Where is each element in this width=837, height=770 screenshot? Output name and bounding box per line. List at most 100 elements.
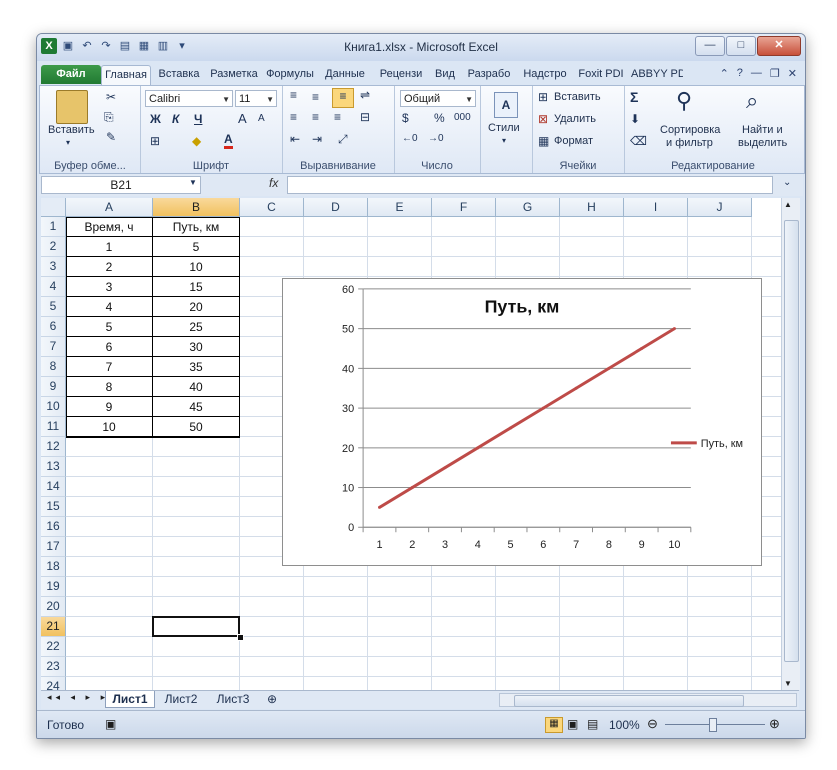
row-header-11[interactable]: 11: [41, 417, 66, 437]
paste-icon[interactable]: [56, 90, 88, 124]
tab-view[interactable]: Вид: [431, 65, 459, 84]
normal-view-icon[interactable]: ▦: [545, 717, 563, 733]
styles-dropdown-icon[interactable]: ▾: [502, 136, 506, 145]
borders-icon[interactable]: ⊞: [150, 134, 160, 148]
zoom-level[interactable]: 100%: [609, 718, 640, 732]
vertical-scrollbar[interactable]: ▲ ▼: [781, 198, 800, 690]
italic-button[interactable]: К: [172, 112, 179, 126]
sort-filter-icon[interactable]: ⚲: [676, 88, 692, 114]
font-size-combo[interactable]: 11 ▼: [235, 90, 277, 107]
tab-home[interactable]: Главная: [101, 65, 151, 85]
row-header-17[interactable]: 17: [41, 537, 66, 557]
zoom-slider-thumb[interactable]: [709, 718, 717, 732]
row-header-3[interactable]: 3: [41, 257, 66, 277]
row-header-2[interactable]: 2: [41, 237, 66, 257]
row-header-20[interactable]: 20: [41, 597, 66, 617]
paste-label[interactable]: Вставить: [48, 124, 95, 136]
number-format-combo[interactable]: Общий ▼: [400, 90, 476, 107]
column-header-B[interactable]: B: [153, 198, 240, 217]
name-box[interactable]: B21: [41, 176, 201, 194]
shrink-font-button[interactable]: A: [258, 113, 265, 124]
row-header-4[interactable]: 4: [41, 277, 66, 297]
row-header-10[interactable]: 10: [41, 397, 66, 417]
styles-label[interactable]: Стили: [488, 122, 520, 134]
sheet-tab-1[interactable]: Лист1: [105, 691, 155, 708]
line-chart[interactable]: 0 10 20 30 40 50 60 1 2 3 4 5 6 7 8 9 10 Путь, км Путь, км: [282, 278, 762, 566]
delete-cells-icon[interactable]: ⊠: [538, 112, 548, 126]
minimize-button[interactable]: —: [695, 36, 725, 56]
align-top-icon[interactable]: ≡: [290, 88, 297, 102]
worksheet-grid[interactable]: A B C D E F G H I J 1 2 3 4 5 6 7 8 9 10 11 12 13 14 15 16 17 18 19 2…: [41, 198, 781, 690]
row-header-12[interactable]: 12: [41, 437, 66, 457]
column-header-I[interactable]: I: [624, 198, 688, 217]
horizontal-scrollbar[interactable]: [499, 693, 797, 707]
scroll-up-icon[interactable]: ▲: [784, 200, 792, 209]
row-header-5[interactable]: 5: [41, 297, 66, 317]
minimize-ribbon-icon[interactable]: ⌃: [720, 67, 729, 80]
row-header-6[interactable]: 6: [41, 317, 66, 337]
page-layout-view-icon[interactable]: ▣: [567, 717, 578, 731]
styles-icon[interactable]: A: [494, 92, 518, 118]
row-header-14[interactable]: 14: [41, 477, 66, 497]
workbook-close-icon[interactable]: ✕: [788, 67, 797, 80]
row-header-22[interactable]: 22: [41, 637, 66, 657]
autosum-button[interactable]: Σ: [630, 89, 638, 105]
delete-cells-label[interactable]: Удалить: [554, 113, 596, 125]
formula-input[interactable]: [287, 176, 773, 194]
clear-icon[interactable]: ⌫: [630, 134, 647, 148]
tab-developer[interactable]: Разрабо: [461, 65, 517, 84]
zoom-out-icon[interactable]: ⊖: [647, 716, 658, 732]
help-icon[interactable]: ?: [737, 67, 743, 80]
increase-decimal-icon[interactable]: ←0: [402, 133, 418, 144]
insert-cells-label[interactable]: Вставить: [554, 91, 601, 103]
workbook-restore-icon[interactable]: ❐: [770, 67, 780, 80]
insert-function-button[interactable]: fx: [269, 176, 278, 190]
fill-handle[interactable]: [237, 634, 244, 641]
wrap-text-icon[interactable]: ⇌: [360, 88, 370, 102]
fill-color-icon[interactable]: ◆: [192, 134, 201, 148]
close-button[interactable]: ✕: [757, 36, 801, 56]
increase-indent-icon[interactable]: ⇥: [312, 132, 322, 146]
merge-cells-icon[interactable]: ⊟: [360, 110, 370, 124]
insert-cells-icon[interactable]: ⊞: [538, 90, 548, 104]
tab-review[interactable]: Рецензи: [374, 65, 428, 84]
column-header-A[interactable]: A: [66, 198, 153, 217]
row-header-21[interactable]: 21: [41, 617, 66, 637]
row-header-24[interactable]: 24: [41, 677, 66, 690]
decrease-decimal-icon[interactable]: →0: [428, 133, 444, 144]
format-cells-icon[interactable]: ▦: [538, 134, 549, 148]
new-sheet-icon[interactable]: ⊕: [261, 691, 283, 707]
selected-cell[interactable]: [152, 616, 240, 637]
column-header-F[interactable]: F: [432, 198, 496, 217]
row-header-8[interactable]: 8: [41, 357, 66, 377]
horizontal-scroll-thumb[interactable]: [514, 695, 744, 707]
workbook-minimize-icon[interactable]: —: [751, 67, 762, 80]
row-header-7[interactable]: 7: [41, 337, 66, 357]
scroll-down-icon[interactable]: ▼: [784, 679, 792, 688]
sheet-tab-3[interactable]: Лист3: [209, 691, 257, 707]
row-header-18[interactable]: 18: [41, 557, 66, 577]
font-name-combo[interactable]: Calibri ▼: [145, 90, 233, 107]
page-break-view-icon[interactable]: ▤: [587, 717, 598, 731]
decrease-indent-icon[interactable]: ⇤: [290, 132, 300, 146]
tab-abbyy[interactable]: ABBYY PD: [631, 65, 683, 84]
column-header-D[interactable]: D: [304, 198, 368, 217]
tab-page-layout[interactable]: Разметка: [208, 65, 260, 84]
tab-foxit[interactable]: Foxit PDI: [574, 65, 628, 84]
align-middle-icon[interactable]: ≡: [312, 90, 319, 104]
column-header-J[interactable]: J: [688, 198, 752, 217]
select-all-corner[interactable]: [41, 198, 66, 217]
grow-font-button[interactable]: A: [238, 111, 247, 126]
maximize-button[interactable]: □: [726, 36, 756, 56]
align-center-icon[interactable]: ≡: [312, 110, 319, 124]
orientation-icon[interactable]: ⤢: [338, 132, 348, 147]
bold-button[interactable]: Ж: [150, 112, 161, 126]
align-bottom-icon[interactable]: ≡: [332, 88, 354, 108]
sheet-tab-2[interactable]: Лист2: [157, 691, 205, 707]
row-header-15[interactable]: 15: [41, 497, 66, 517]
tab-data[interactable]: Данные: [319, 65, 371, 84]
find-select-label-1[interactable]: Найти и: [742, 124, 783, 136]
paste-dropdown-icon[interactable]: ▾: [66, 138, 70, 147]
column-header-H[interactable]: H: [560, 198, 624, 217]
row-header-9[interactable]: 9: [41, 377, 66, 397]
